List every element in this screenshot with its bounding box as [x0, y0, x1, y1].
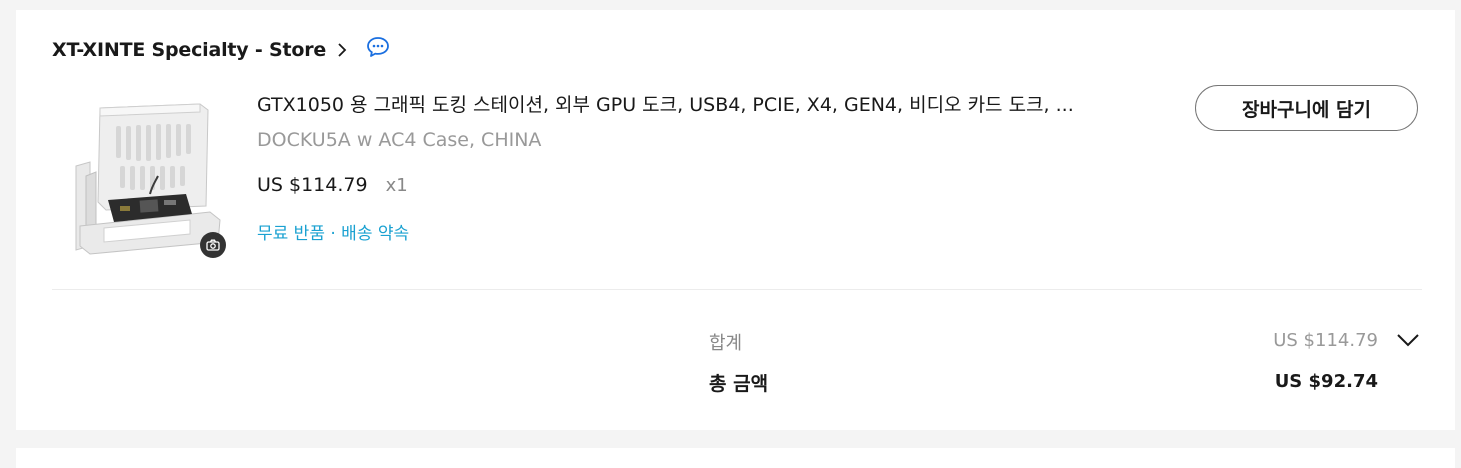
chat-bubble-icon[interactable]	[366, 36, 390, 58]
store-header: XT-XINTE Specialty - Store	[52, 36, 390, 64]
next-card	[16, 448, 1455, 468]
subtotal-value: US $114.79	[1273, 330, 1378, 351]
product-variant: DOCKU5A w AC4 Case, CHINA	[257, 129, 542, 151]
chevron-down-icon[interactable]	[1396, 332, 1420, 352]
shipping-promise: 무료 반품 · 배송 약속	[257, 224, 410, 244]
divider	[52, 289, 1422, 290]
price-row: US $114.79 x1	[257, 174, 408, 196]
store-order-card: XT-XINTE Specialty - Store GTX1050 용 그래픽…	[16, 10, 1455, 430]
total-label: 총 금액	[709, 373, 769, 395]
camera-icon[interactable]	[200, 232, 226, 258]
subtotal-label: 합계	[709, 333, 743, 354]
add-to-cart-button[interactable]: 장바구니에 담기	[1195, 85, 1418, 131]
item-price: US $114.79	[257, 174, 368, 196]
store-name-link[interactable]: XT-XINTE Specialty - Store	[52, 39, 326, 61]
chevron-right-icon[interactable]	[336, 42, 348, 58]
total-value: US $92.74	[1274, 371, 1378, 392]
item-quantity: x1	[385, 175, 408, 196]
product-title-link[interactable]: GTX1050 용 그래픽 도킹 스테이션, 외부 GPU 도크, USB4, …	[257, 90, 1157, 117]
product-thumbnail[interactable]	[60, 96, 228, 258]
